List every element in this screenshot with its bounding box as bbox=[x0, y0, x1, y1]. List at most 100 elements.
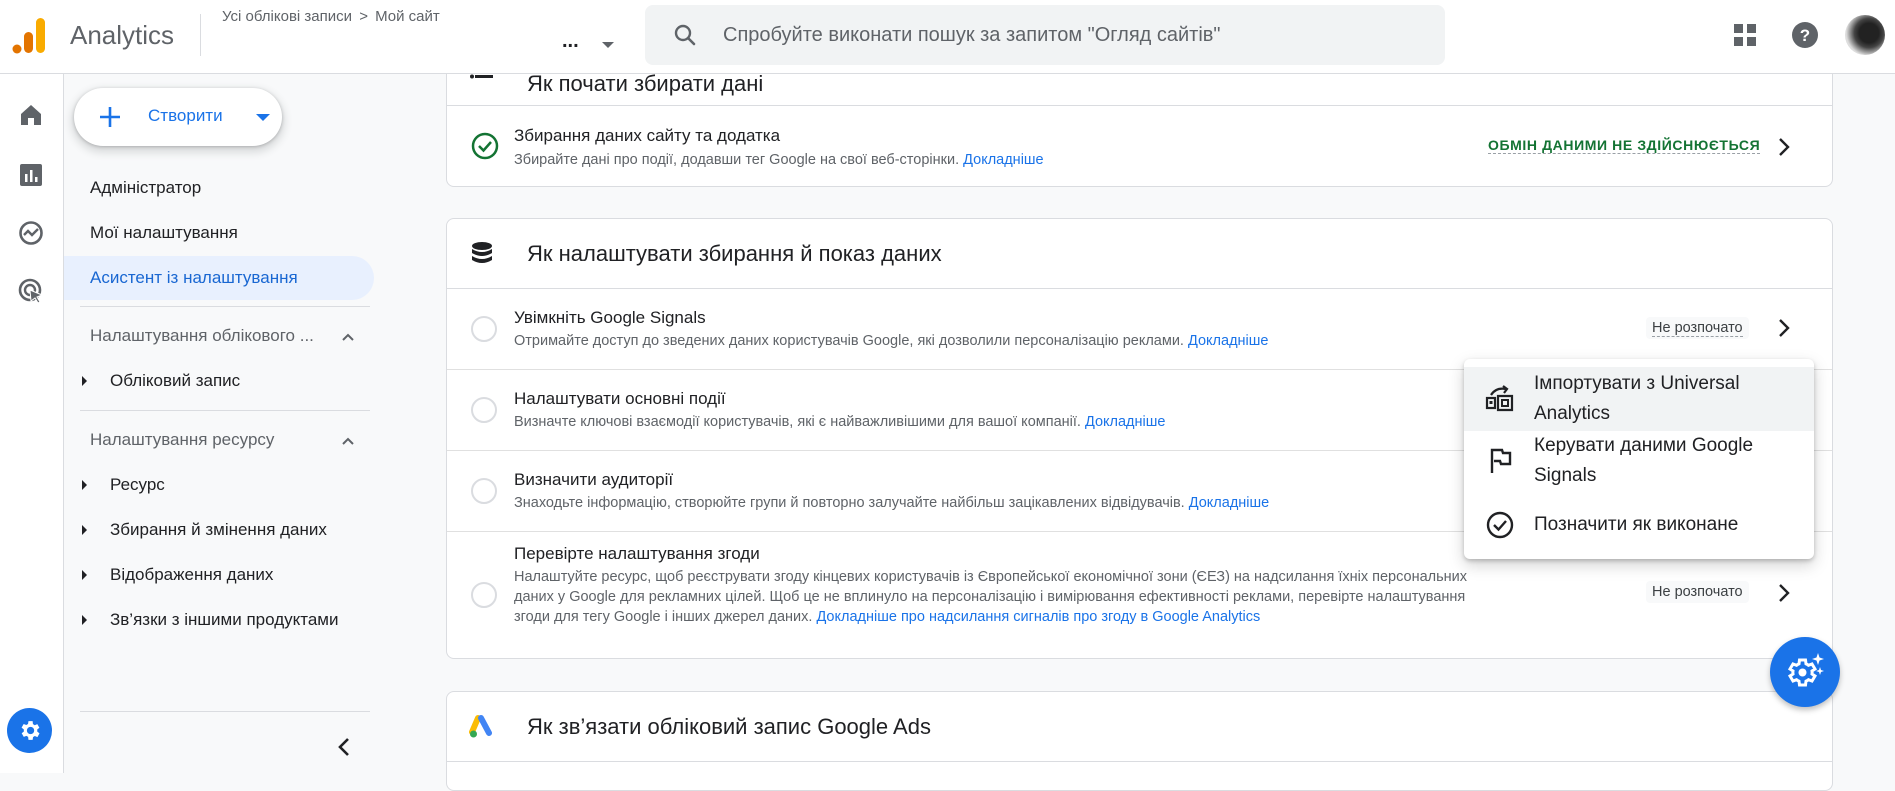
plus-icon bbox=[100, 107, 120, 127]
learn-more-link[interactable]: Докладніше bbox=[963, 152, 1043, 168]
nav-item-label: Ресурс bbox=[110, 475, 165, 494]
task-title: Збирання даних сайту та додатка bbox=[514, 126, 781, 145]
divider bbox=[80, 711, 370, 712]
home-icon[interactable] bbox=[18, 102, 44, 128]
svg-text:?: ? bbox=[1800, 26, 1810, 45]
learn-more-link[interactable]: Докладніше bbox=[1189, 495, 1269, 511]
nav-item-data-display[interactable]: Відображення даних bbox=[64, 555, 374, 595]
breadcrumb-root[interactable]: Усі облікові записи bbox=[222, 8, 352, 25]
nav-item-account[interactable]: Обліковий запис bbox=[64, 361, 374, 401]
check-circle-icon bbox=[471, 132, 499, 160]
create-button[interactable]: Створити bbox=[74, 88, 282, 146]
import-icon bbox=[1485, 385, 1514, 412]
chevron-down-icon bbox=[256, 114, 270, 121]
side-navigation: Створити Адміністратор Мої налаштування … bbox=[64, 74, 374, 773]
flag-icon bbox=[1490, 448, 1512, 473]
task-status-radio[interactable] bbox=[471, 316, 497, 342]
search-icon bbox=[674, 24, 696, 46]
task-title: Увімкніть Google Signals bbox=[514, 308, 706, 327]
card-title: Як почати збирати дані bbox=[527, 71, 764, 96]
expand-arrow-icon bbox=[82, 570, 87, 580]
task-description: Отримайте доступ до зведених даних корис… bbox=[514, 333, 1269, 349]
help-icon[interactable]: ? bbox=[1790, 20, 1820, 50]
status-badge[interactable]: ОБМІН ДАНИМИ НЕ ЗДІЙСНЮЄТЬСЯ bbox=[1488, 137, 1761, 154]
property-dropdown-caret-icon[interactable] bbox=[602, 42, 614, 48]
database-icon bbox=[472, 242, 492, 263]
advertising-icon[interactable] bbox=[18, 278, 44, 304]
menu-item-label: Позначити як виконане bbox=[1534, 514, 1739, 535]
explore-icon[interactable] bbox=[18, 220, 44, 246]
breadcrumb-separator: > bbox=[359, 8, 368, 25]
apps-icon[interactable] bbox=[1730, 20, 1760, 50]
chevron-up-icon bbox=[342, 333, 354, 341]
divider bbox=[80, 306, 370, 307]
task-status-radio[interactable] bbox=[471, 478, 497, 504]
task-description: Визначте ключові взаємодії користувачів,… bbox=[514, 414, 1166, 430]
task-status-radio[interactable] bbox=[471, 397, 497, 423]
reports-icon[interactable] bbox=[18, 162, 44, 188]
menu-item-mark-complete[interactable]: Позначити як виконане bbox=[1464, 501, 1814, 549]
search-bar[interactable] bbox=[645, 5, 1445, 65]
task-title: Визначити аудиторії bbox=[514, 470, 674, 489]
nav-item-data-collection[interactable]: Збирання й змінення даних bbox=[64, 510, 374, 550]
app-name: Analytics bbox=[70, 20, 175, 50]
google-ads-icon bbox=[469, 715, 492, 738]
learn-more-link[interactable]: Докладніше bbox=[1188, 333, 1268, 349]
create-button-label: Створити bbox=[148, 106, 223, 125]
nav-group-title: Налаштування ресурсу bbox=[90, 430, 275, 449]
task-status-radio[interactable] bbox=[471, 582, 497, 608]
expand-arrow-icon bbox=[82, 525, 87, 535]
check-circle-icon bbox=[1486, 511, 1514, 539]
admin-settings-button[interactable] bbox=[7, 708, 52, 753]
expand-arrow-icon bbox=[82, 480, 87, 490]
gear-sparkle-icon bbox=[1787, 653, 1824, 687]
menu-item-manage-signals[interactable]: Керувати даними Google Signals bbox=[1464, 431, 1814, 493]
menu-item-import-ua[interactable]: Імпортувати з Universal Analytics bbox=[1464, 367, 1814, 431]
status-badge[interactable]: Не розпочато bbox=[1646, 317, 1749, 339]
property-selector[interactable]: ... bbox=[562, 30, 579, 53]
top-bar: Analytics Усі облікові записи > Мой сайт… bbox=[0, 0, 1895, 74]
chevron-right-icon[interactable] bbox=[1773, 582, 1795, 604]
card-title: Як зв’язати обліковий запис Google Ads bbox=[527, 714, 931, 739]
nav-group-title: Налаштування облікового ... bbox=[90, 326, 314, 345]
task-title: Перевірте налаштування згоди bbox=[514, 544, 760, 563]
task-row[interactable]: Збирання даних сайту та додатка Збирайте… bbox=[447, 106, 1832, 186]
nav-item-property[interactable]: Ресурс bbox=[64, 465, 374, 505]
nav-item-label: Зв’язки з іншими продуктами bbox=[110, 610, 339, 629]
divider bbox=[200, 14, 201, 56]
setup-assistant-fab[interactable] bbox=[1770, 637, 1840, 707]
task-row[interactable]: Увімкніть Google Signals Отримайте досту… bbox=[447, 289, 1832, 370]
card-title: Як налаштувати збирання й показ даних bbox=[527, 241, 942, 266]
gear-icon bbox=[21, 721, 40, 740]
task-context-menu: Імпортувати з Universal Analytics Керува… bbox=[1464, 359, 1814, 559]
learn-more-link[interactable]: Докладніше bbox=[1085, 414, 1165, 430]
avatar[interactable] bbox=[1845, 15, 1885, 55]
menu-item-label: Керувати даними Google Signals bbox=[1534, 435, 1754, 486]
learn-more-link[interactable]: Докладніше про надсилання сигналів про з… bbox=[816, 609, 1260, 625]
nav-group-account-settings[interactable]: Налаштування облікового ... bbox=[90, 321, 360, 351]
task-title: Налаштувати основні події bbox=[514, 389, 726, 408]
task-description: Знаходьте інформацію, створюйте групи й … bbox=[514, 495, 1270, 511]
task-description: Налаштуйте ресурс, щоб реєструвати згоду… bbox=[514, 569, 1468, 625]
chevron-right-icon[interactable] bbox=[1773, 317, 1795, 339]
nav-item-setup-assistant[interactable]: Асистент із налаштування bbox=[64, 256, 374, 300]
menu-item-label: Імпортувати з Universal Analytics bbox=[1534, 373, 1740, 424]
analytics-logo[interactable] bbox=[12, 16, 48, 54]
nav-item-label: Обліковий запис bbox=[110, 371, 241, 390]
nav-group-property-settings[interactable]: Налаштування ресурсу bbox=[90, 425, 360, 455]
breadcrumb-current[interactable]: Мой сайт bbox=[375, 8, 440, 25]
nav-item-label: Відображення даних bbox=[110, 565, 274, 584]
nav-item-admin[interactable]: Адміністратор bbox=[64, 166, 374, 210]
chevron-right-icon[interactable] bbox=[1773, 136, 1795, 158]
nav-item-product-links[interactable]: Зв’язки з іншими продуктами bbox=[64, 600, 374, 640]
status-badge[interactable]: Не розпочато bbox=[1646, 581, 1749, 603]
nav-item-label: Збирання й змінення даних bbox=[110, 520, 327, 539]
collapse-nav-icon[interactable] bbox=[329, 732, 359, 762]
search-input[interactable] bbox=[723, 5, 1423, 65]
expand-arrow-icon bbox=[82, 376, 87, 386]
task-description: Збирайте дані про події, додавши тег Goo… bbox=[514, 152, 1044, 168]
expand-arrow-icon bbox=[82, 615, 87, 625]
navigation-rail bbox=[0, 74, 64, 773]
divider bbox=[80, 410, 370, 411]
nav-item-my-settings[interactable]: Мої налаштування bbox=[64, 211, 374, 255]
